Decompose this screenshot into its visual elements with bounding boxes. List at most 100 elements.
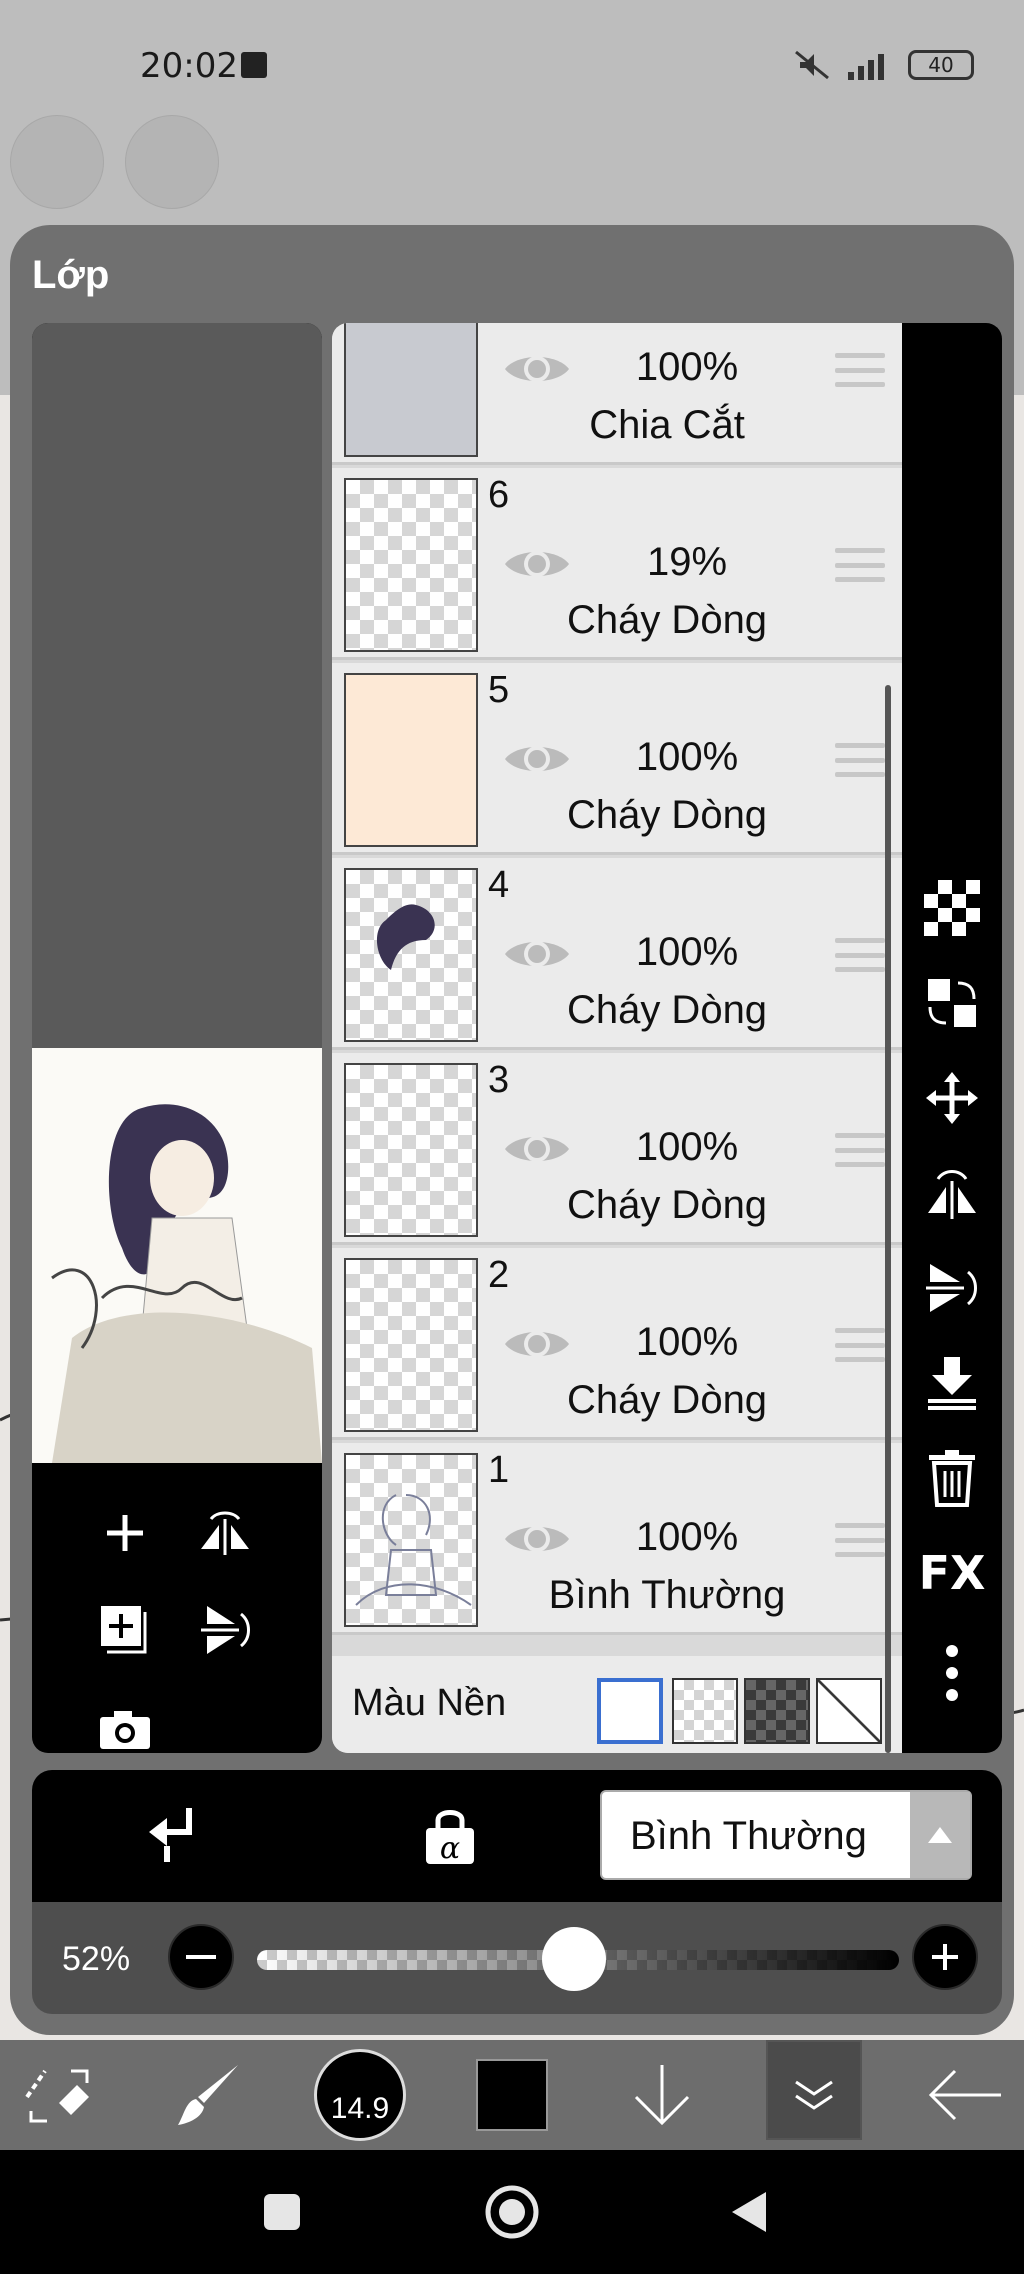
triangle-up-icon [928, 1827, 952, 1843]
plus-icon [932, 1944, 958, 1970]
layer-number: 2 [488, 1254, 510, 1296]
battery-icon: 40 [908, 50, 974, 80]
eye-icon[interactable] [502, 1324, 572, 1364]
flip-horizontal-layer-button[interactable] [922, 1163, 982, 1223]
layer-opacity: 19% [646, 540, 728, 584]
drag-handle-icon[interactable] [835, 353, 885, 387]
drag-handle-icon[interactable] [835, 938, 885, 972]
current-color-swatch [476, 2059, 548, 2131]
opacity-decrease-button[interactable] [168, 1924, 234, 1990]
bg-swatch-white[interactable] [597, 1678, 663, 1744]
eye-icon[interactable] [502, 739, 572, 779]
system-back-button[interactable] [718, 2150, 778, 2274]
back-button[interactable] [920, 2040, 1010, 2150]
color-button[interactable] [472, 2040, 552, 2150]
layer-opacity: 100% [635, 1125, 739, 1169]
delete-layer-button[interactable] [922, 1448, 982, 1508]
opacity-slider-thumb[interactable] [542, 1927, 607, 1991]
app-toolbar: 14.9 [0, 2040, 1024, 2150]
swap-icon [928, 979, 976, 1027]
layer-row[interactable]: 3 100% Cháy Dòng [332, 1053, 902, 1245]
preview-tools [32, 1463, 322, 1753]
flip-horizontal-icon [928, 1170, 976, 1219]
plus-icon [107, 1515, 143, 1551]
drag-handle-icon[interactable] [835, 1133, 885, 1167]
layer-row[interactable]: 2 100% Cháy Dòng [332, 1248, 902, 1440]
layer-opacity: 100% [635, 735, 739, 779]
brush-button[interactable] [168, 2040, 248, 2150]
system-nav-bar [0, 2150, 1024, 2274]
opacity-increase-button[interactable] [912, 1924, 978, 1990]
bg-swatch-dark-checker[interactable] [744, 1678, 810, 1744]
clipping-arrow-icon [149, 1808, 192, 1862]
layer-row[interactable]: 5 100% Cháy Dòng [332, 663, 902, 855]
recent-apps-button[interactable] [252, 2150, 312, 2274]
layer-number: 6 [488, 474, 510, 516]
eye-icon[interactable] [502, 1519, 572, 1559]
fx-label: FX [918, 1546, 986, 1600]
duplicate-layer-button[interactable] [95, 1600, 155, 1660]
layer-thumbnail [344, 1258, 478, 1432]
mute-icon [795, 50, 829, 80]
drag-handle-icon[interactable] [835, 1523, 885, 1557]
flip-vertical-button[interactable] [195, 1600, 255, 1660]
merge-down-button[interactable] [922, 1353, 982, 1413]
right-toolbar: FX [902, 323, 1002, 1753]
add-layer-button[interactable] [95, 1503, 155, 1563]
eye-icon[interactable] [502, 934, 572, 974]
transparency-lock-button[interactable] [922, 878, 982, 938]
brush-size-button[interactable]: 14.9 [312, 2040, 408, 2150]
tool-switch-button[interactable] [18, 2040, 98, 2150]
drag-handle-icon[interactable] [835, 743, 885, 777]
layer-row[interactable]: 1 100% Bình Thường [332, 1443, 902, 1635]
clipping-button[interactable] [147, 1806, 197, 1869]
layer-opacity: 100% [635, 345, 739, 389]
swap-layer-button[interactable] [922, 973, 982, 1033]
status-time: 20:02 [140, 46, 238, 86]
home-circle-icon [485, 2185, 539, 2239]
brush-size-value: 14.9 [314, 2049, 406, 2141]
flip-vertical-layer-button[interactable] [922, 1258, 982, 1318]
top-circle-button-2[interactable] [125, 115, 219, 209]
home-button[interactable] [482, 2150, 542, 2274]
layer-panel-toggle-button[interactable] [774, 2040, 854, 2150]
bg-swatch-transparent[interactable] [672, 1678, 738, 1744]
eye-icon[interactable] [502, 1129, 572, 1169]
camera-button[interactable] [95, 1699, 155, 1753]
fx-button[interactable]: FX [919, 1543, 986, 1603]
layer-blend-mode: Cháy Dòng [566, 1183, 768, 1227]
eye-icon[interactable] [502, 349, 572, 389]
flip-vertical-icon [201, 1606, 250, 1654]
layer-row[interactable]: 7 100% Chia Cắt [332, 323, 902, 465]
layer-thumbnail [344, 478, 478, 652]
move-button[interactable] [922, 1068, 982, 1128]
eye-icon[interactable] [502, 544, 572, 584]
transform-eraser-icon [25, 2069, 89, 2123]
square-icon [264, 2194, 300, 2230]
drag-handle-icon[interactable] [835, 1328, 885, 1362]
bg-swatch-none[interactable] [816, 1678, 882, 1744]
panel-title: Lớp [32, 253, 110, 297]
layer-row[interactable]: 4 100% Cháy Dòng [332, 858, 902, 1050]
layer-thumbnail [344, 1453, 478, 1627]
upload-icon [241, 52, 267, 78]
flip-vertical-icon [926, 1264, 977, 1312]
layer-down-button[interactable] [622, 2040, 702, 2150]
more-vertical-icon [946, 1645, 958, 1701]
opacity-value: 52% [62, 1940, 131, 1978]
flip-horizontal-icon [201, 1511, 249, 1555]
layer-blend-mode: Chia Cắt [589, 403, 745, 447]
drag-handle-icon[interactable] [835, 548, 885, 582]
layer-preview [32, 323, 322, 1753]
alpha-lock-button[interactable]: α [424, 1806, 476, 1871]
more-options-button[interactable] [922, 1643, 982, 1703]
sketch-thumbnail-art [355, 1494, 472, 1606]
layer-list-scrollbar[interactable] [885, 685, 891, 1753]
layer-row[interactable]: 6 19% Cháy Dòng [332, 468, 902, 660]
flip-horizontal-button[interactable] [195, 1503, 255, 1563]
blend-mode-dropdown-arrow[interactable] [910, 1792, 970, 1878]
top-circle-button-1[interactable] [10, 115, 104, 209]
layer-number: 4 [488, 864, 510, 906]
layer-panel: Lớp 100% Chia Cắt 6 19% Cháy Dòng 5 100%… [10, 225, 1014, 2035]
blend-mode-select[interactable]: Bình Thường [600, 1790, 972, 1880]
